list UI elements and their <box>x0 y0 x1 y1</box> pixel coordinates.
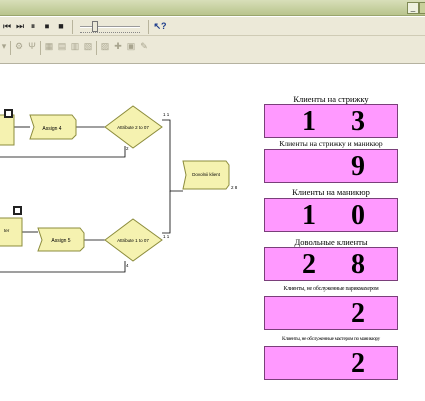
queue-icon[interactable]: ▣ <box>126 40 136 53</box>
decide-bottom-false-count: 4 <box>126 263 129 268</box>
help-glyph: ? <box>161 21 167 31</box>
decide-block-bottom[interactable]: Attribute 1 to 07 <box>104 218 163 262</box>
counter-value: 2 <box>351 298 379 329</box>
speed-slider-ticks <box>80 32 140 34</box>
toolbar-separator <box>72 20 73 34</box>
plot-icon[interactable]: ▧ <box>83 40 93 53</box>
decide-top-label: Attribute 2 to 07 <box>117 125 149 130</box>
histogram-icon[interactable]: ▥ <box>70 40 80 53</box>
counter-box: 2 <box>264 346 398 380</box>
pause-button[interactable]: ⏸ <box>28 20 38 33</box>
decide-bottom-label: Attribute 1 to 07 <box>117 238 149 243</box>
step-back-button[interactable]: ⏮ <box>2 20 12 33</box>
decide-top-true-count: 1 1 <box>163 112 170 117</box>
edit-icon[interactable]: ✎ <box>139 40 149 53</box>
end-button[interactable]: ■ <box>56 20 66 33</box>
counter-box: 1 3 <box>264 104 398 138</box>
arrow-icon: ↖ <box>153 21 162 31</box>
speed-slider-track[interactable] <box>80 26 140 28</box>
connector <box>162 119 183 192</box>
dropdown-arrow-icon[interactable]: ▾ <box>0 40 8 53</box>
toolbar-separator <box>96 41 97 55</box>
toolbar-separator <box>40 41 41 55</box>
dispose-block[interactable]: Dovolnii klient <box>182 160 230 190</box>
level-icon[interactable]: ▨ <box>100 40 110 53</box>
decide-top-false-count: 2 <box>126 146 129 151</box>
toolbar-separator <box>10 41 11 55</box>
run-toolbar: ⏮ ⏭ ⏸ ⏹ ■ ↖? <box>0 17 425 36</box>
gear-icon[interactable]: ⚙ <box>14 40 24 53</box>
counter-box: 9 <box>264 149 398 183</box>
assign-5-block[interactable]: Assign 5 <box>37 227 85 252</box>
connector <box>0 261 126 273</box>
psi-icon[interactable]: Ψ <box>27 40 37 53</box>
counter-label: Клиенты на стрижку и маникюр <box>279 139 383 148</box>
toolbar-separator <box>148 20 149 34</box>
title-bar: _ <box>0 0 425 16</box>
assign-5-label: Assign 5 <box>51 238 70 244</box>
add-point-icon[interactable]: ✚ <box>113 40 123 53</box>
assign-4-block[interactable]: Assign 4 <box>29 114 77 140</box>
assign-4-label: Assign 4 <box>42 126 61 132</box>
close-button[interactable] <box>419 2 425 14</box>
process-bottom-label: ter <box>4 228 10 233</box>
connector <box>162 191 171 234</box>
counter-box: 2 8 <box>264 247 398 281</box>
help-pointer-icon[interactable]: ↖? <box>152 20 168 33</box>
bar-icon[interactable]: ▤ <box>57 40 67 53</box>
minimize-button[interactable]: _ <box>407 2 419 14</box>
counter-label: Клиенты, не обслуженные мастером по мани… <box>282 336 380 342</box>
counter-label: Клиенты, не обслуженные парикмахером <box>283 286 379 292</box>
arena-model-window: _ ⏮ ⏭ ⏸ ⏹ ■ ↖? ▾ ⚙ Ψ ▦ ▤ ▥ ▧ ▨ ✚ ▣ ✎ Ass… <box>0 0 425 401</box>
process-block-bottom-left[interactable]: ter <box>0 217 23 247</box>
process-block-left[interactable] <box>0 114 15 146</box>
counter-value: 1 3 <box>302 106 379 137</box>
connector <box>0 146 126 158</box>
draw-toolbar: ▾ ⚙ Ψ ▦ ▤ ▥ ▧ ▨ ✚ ▣ ✎ <box>0 36 425 64</box>
decide-block-top[interactable]: Attribute 2 to 07 <box>104 105 163 149</box>
dispose-label: Dovolnii klient <box>192 172 221 177</box>
animation-icon-inner <box>15 208 20 213</box>
counter-value: 1 0 <box>302 200 379 231</box>
counter-label: Клиенты на маникюр <box>292 187 370 197</box>
counter-label: Клиенты на стрижку <box>293 94 369 104</box>
fast-forward-button[interactable]: ⏭ <box>14 20 26 33</box>
counter-box: 2 <box>264 296 398 330</box>
animation-icon-inner <box>6 111 11 116</box>
counter-value: 2 <box>351 348 379 379</box>
grid-icon[interactable]: ▦ <box>44 40 54 53</box>
counter-box: 1 0 <box>264 198 398 232</box>
speed-slider-thumb[interactable] <box>92 21 98 32</box>
counter-value: 9 <box>351 151 379 182</box>
counter-value: 2 8 <box>302 249 379 280</box>
stop-button[interactable]: ⏹ <box>42 20 52 33</box>
decide-bottom-true-count: 1 1 <box>163 234 170 239</box>
dispose-count: 2 8 <box>231 185 238 190</box>
counter-label: Довольные клиенты <box>294 237 368 247</box>
